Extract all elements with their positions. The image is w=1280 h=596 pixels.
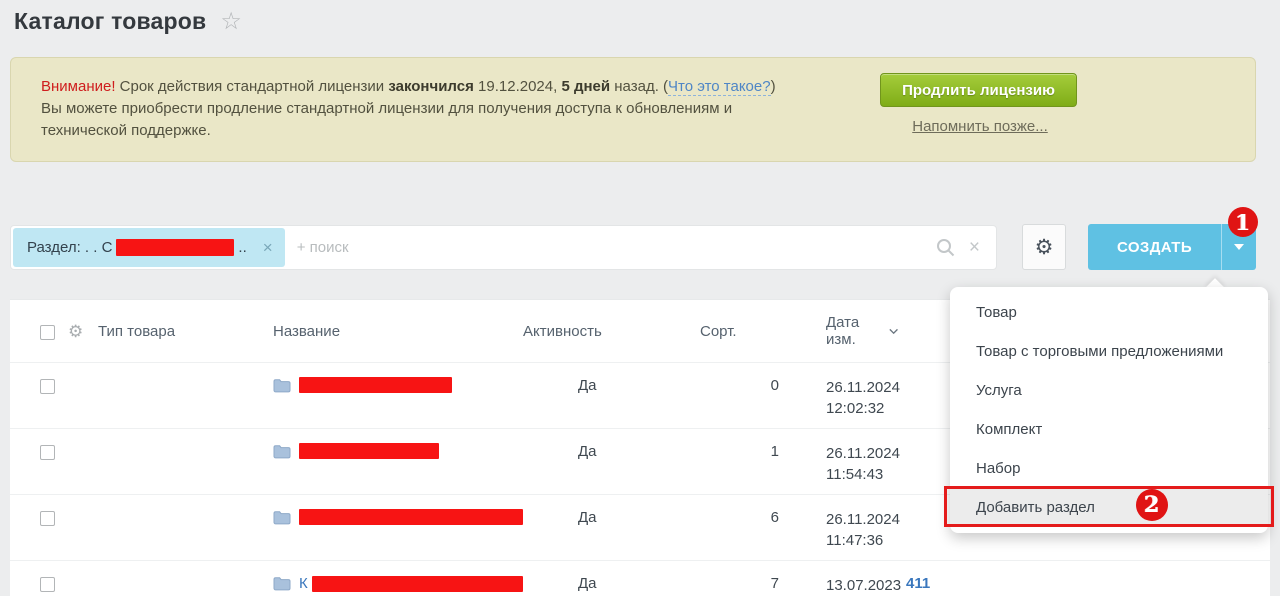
- row-sort: 7: [770, 575, 779, 592]
- row-date: 26.11.2024 11:54:43: [826, 445, 900, 483]
- folder-icon: [273, 444, 291, 458]
- row-date: 13.07.2023: [826, 577, 902, 594]
- filter-chip-ellipsis: ..: [238, 239, 247, 256]
- sort-direction-icon: [889, 328, 898, 334]
- row-activity: Да: [578, 509, 597, 526]
- chip-close-icon[interactable]: ×: [263, 238, 273, 258]
- grid-settings-button[interactable]: ⚙: [1022, 224, 1066, 270]
- menu-item-service[interactable]: Услуга: [950, 371, 1268, 410]
- row-checkbox[interactable]: [40, 577, 55, 592]
- row-checkbox[interactable]: [40, 379, 55, 394]
- row-date: 26.11.2024 11:47:36: [826, 511, 900, 549]
- redacted-name: [299, 509, 523, 525]
- row-date: 26.11.2024 12:02:32: [826, 379, 900, 417]
- clear-search-icon[interactable]: ×: [969, 238, 980, 257]
- column-settings-icon[interactable]: ⚙: [68, 322, 83, 342]
- search-input[interactable]: [296, 239, 936, 256]
- table-row: К Да 7 13.07.2023 411: [10, 560, 1270, 596]
- license-line-1: Внимание! Срок действия стандартной лице…: [41, 78, 776, 96]
- gear-icon: ⚙: [1034, 234, 1054, 259]
- remind-later-link[interactable]: Напомнить позже...: [912, 118, 1048, 135]
- header-sort[interactable]: Сорт.: [698, 323, 783, 340]
- create-button-label: СОЗДАТЬ: [1116, 238, 1193, 256]
- warning-label: Внимание!: [41, 78, 116, 95]
- row-count: 411: [898, 575, 1270, 593]
- folder-icon: [273, 577, 291, 591]
- header-name[interactable]: Название: [273, 323, 523, 340]
- header-settings-cell: ⚙: [68, 320, 98, 342]
- chevron-down-icon: [1234, 244, 1244, 250]
- row-checkbox[interactable]: [40, 445, 55, 460]
- row-name[interactable]: К: [273, 575, 523, 592]
- filter-chip-label: Раздел: . . С: [27, 239, 113, 256]
- license-warning-banner: Внимание! Срок действия стандартной лице…: [10, 57, 1256, 162]
- redacted-name: [311, 575, 523, 592]
- folder-icon: [273, 510, 291, 524]
- create-button[interactable]: СОЗДАТЬ: [1088, 224, 1256, 270]
- create-dropdown-toggle[interactable]: [1221, 224, 1256, 270]
- header-checkbox-cell: [40, 323, 68, 340]
- license-line-2: Вы можете приобрести продление стандартн…: [41, 100, 733, 117]
- menu-item-product[interactable]: Товар: [950, 293, 1268, 332]
- redacted-name: [299, 443, 439, 459]
- catalog-page: Каталог товаров ☆ Внимание! Срок действи…: [0, 0, 1280, 596]
- filter-icons: ×: [936, 238, 980, 257]
- search-icon[interactable]: [936, 238, 955, 257]
- license-line-3: технической поддержке.: [41, 122, 211, 139]
- row-name[interactable]: [273, 443, 523, 459]
- favorite-star-icon[interactable]: ☆: [220, 9, 242, 34]
- filter-bar: Раздел: . . С .. × ×: [10, 225, 997, 270]
- row-checkbox[interactable]: [40, 511, 55, 526]
- row-sort: 1: [770, 443, 779, 460]
- license-actions: Продлить лицензию Напомнить позже...: [880, 73, 1080, 136]
- folder-icon: [273, 378, 291, 392]
- create-dropdown-menu: Товар Товар с торговыми предложениями Ус…: [950, 287, 1268, 533]
- row-sort: 0: [770, 377, 779, 394]
- row-activity: Да: [578, 377, 597, 394]
- redacted-name: [299, 377, 452, 393]
- select-all-checkbox[interactable]: [40, 324, 55, 340]
- elements-count-link[interactable]: 411: [906, 575, 930, 592]
- row-name[interactable]: [273, 377, 523, 393]
- what-is-this-link[interactable]: Что это такое?: [668, 78, 771, 96]
- row-activity: Да: [578, 575, 597, 592]
- renew-license-button[interactable]: Продлить лицензию: [880, 73, 1077, 107]
- row-sort: 6: [770, 509, 779, 526]
- row-name-prefix: К: [299, 575, 308, 592]
- row-activity: Да: [578, 443, 597, 460]
- row-name[interactable]: [273, 509, 523, 525]
- page-header: Каталог товаров ☆: [14, 8, 242, 35]
- page-title: Каталог товаров: [14, 8, 207, 34]
- filter-chip-section[interactable]: Раздел: . . С .. ×: [13, 228, 285, 267]
- menu-item-product-with-offers[interactable]: Товар с торговыми предложениями: [950, 332, 1268, 371]
- header-activity[interactable]: Активность: [523, 323, 698, 340]
- menu-item-add-section[interactable]: Добавить раздел: [950, 488, 1268, 527]
- menu-item-bundle[interactable]: Комплект: [950, 410, 1268, 449]
- redacted-section-name: [116, 239, 235, 256]
- license-warning-text: Внимание! Срок действия стандартной лице…: [41, 76, 776, 142]
- menu-item-set[interactable]: Набор: [950, 449, 1268, 488]
- header-date[interactable]: Дата изм.: [783, 314, 898, 348]
- header-type[interactable]: Тип товара: [98, 323, 273, 340]
